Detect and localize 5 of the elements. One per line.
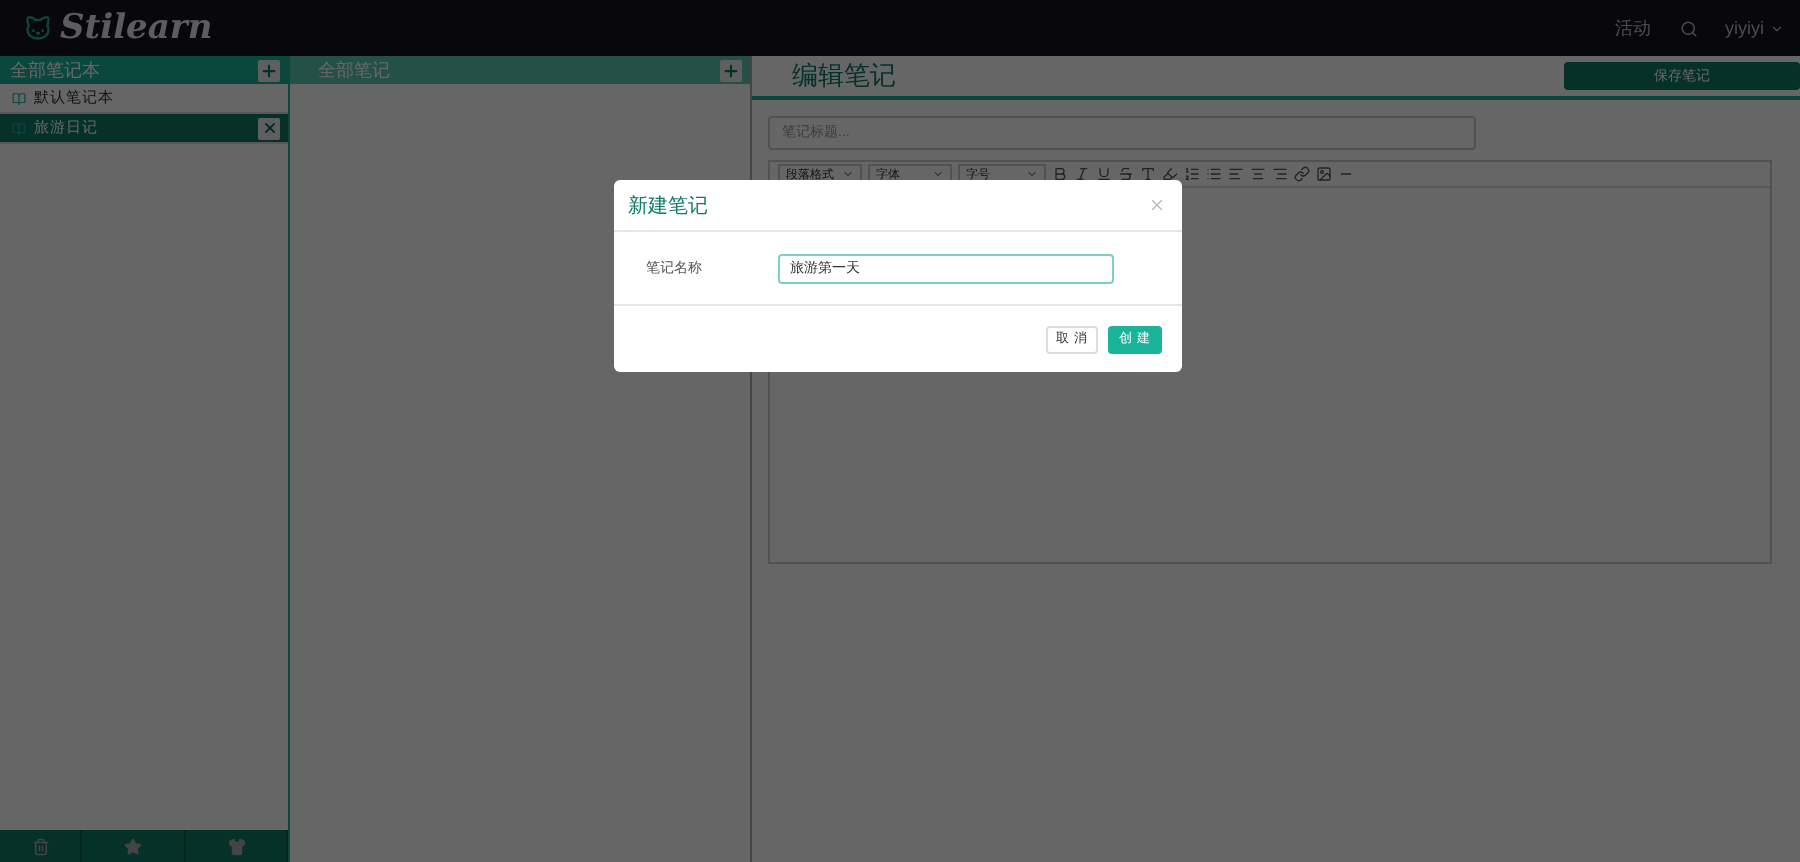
notes-title: 全部笔记 — [318, 59, 390, 83]
sidebar-title: 全部笔记本 — [10, 59, 100, 83]
editor-title: 编辑笔记 — [792, 60, 896, 94]
logo-text: Stilearn — [60, 8, 213, 48]
dialog-title: 新建笔记 — [628, 193, 708, 219]
